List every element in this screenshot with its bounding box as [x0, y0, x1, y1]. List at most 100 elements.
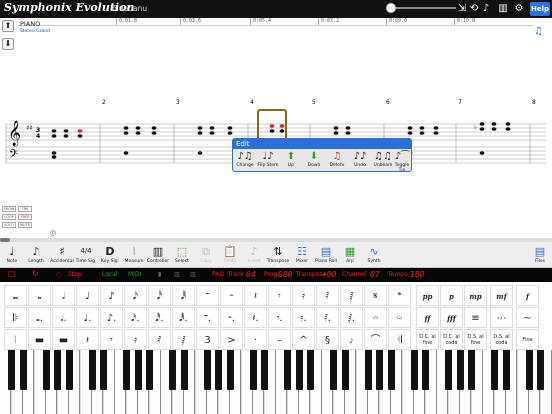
- tenuto-icon[interactable]: –: [268, 329, 291, 350]
- transpose-value[interactable]: +00: [322, 270, 336, 279]
- dotted-32nd-note[interactable]: 𝅘𝅥𝅰.: [148, 307, 171, 328]
- dotted-rest-2[interactable]: 𝄼.: [220, 307, 243, 328]
- prog-value[interactable]: 000: [278, 270, 292, 279]
- dc-al-coda[interactable]: D.C. al coda: [440, 329, 463, 350]
- triplet-icon[interactable]: 3: [196, 329, 219, 350]
- grace-icon[interactable]: 𝆕: [340, 329, 363, 350]
- black-key[interactable]: [8, 350, 15, 390]
- segno-icon[interactable]: 𝄋: [364, 285, 387, 306]
- black-key[interactable]: [295, 350, 303, 390]
- insert-tool[interactable]: ♪ Insert: [242, 244, 266, 268]
- slur-icon[interactable]: ⌒: [364, 329, 387, 350]
- eighth-rest-icon[interactable]: 𝄾: [100, 329, 123, 350]
- black-key[interactable]: [284, 350, 291, 390]
- black-key[interactable]: [169, 350, 176, 390]
- score-area[interactable]: 0:01.8 0:03.6 0:05.4 0:07.2 0:09.0 0:10.…: [0, 18, 552, 238]
- show-button[interactable]: SHOW: [2, 206, 16, 212]
- sixteenth-rest-icon[interactable]: 𝄿: [124, 329, 147, 350]
- dynamic-p[interactable]: p: [440, 285, 463, 306]
- dotted-rest-6[interactable]: 𝅀.: [316, 307, 339, 328]
- mute-button[interactable]: MUTE: [18, 222, 32, 228]
- dynamic-pp[interactable]: pp: [416, 285, 439, 306]
- accidental-tool[interactable]: ♯ Accidental: [50, 244, 74, 268]
- tremolo-2-icon[interactable]: ⋯: [490, 307, 513, 328]
- fermata-below-icon[interactable]: 𝄑: [388, 307, 411, 328]
- black-key[interactable]: [65, 350, 73, 390]
- down-button[interactable]: ⬇ Down: [303, 150, 325, 172]
- toggle-tie-button[interactable]: ♪⁀ Toggle Tie: [391, 150, 413, 173]
- double-whole-note[interactable]: 𝅜: [4, 285, 27, 306]
- dotted-rest-3[interactable]: 𝄽.: [244, 307, 267, 328]
- flip-stem-button[interactable]: ♩♪ Flip Stem: [257, 150, 279, 172]
- marcato-icon[interactable]: ^: [292, 329, 315, 350]
- black-key[interactable]: [330, 350, 337, 390]
- piano-roll-tool[interactable]: ▤ Piano Roll: [314, 244, 338, 268]
- repeat-sign[interactable]: 𝄆: [4, 307, 27, 328]
- sixty-fourth-note[interactable]: 𝅘𝅥𝅱: [172, 285, 195, 306]
- black-key[interactable]: [261, 350, 268, 390]
- loop-icon[interactable]: ⟲: [468, 2, 480, 16]
- copy-tool[interactable]: ⧉ Copy: [194, 244, 218, 268]
- black-key[interactable]: [146, 350, 153, 390]
- dynamic-ff[interactable]: ff: [416, 307, 439, 328]
- track-value[interactable]: 04: [246, 270, 256, 279]
- 64th-rest-icon[interactable]: 𝅁: [172, 329, 195, 350]
- music-note-icon[interactable]: ♪: [480, 2, 492, 16]
- rest-half[interactable]: 𝄼: [220, 285, 243, 306]
- dynamic-mf[interactable]: mf: [490, 285, 513, 306]
- black-key[interactable]: [249, 350, 257, 390]
- thirty-second-note[interactable]: 𝅘𝅥𝅰: [148, 285, 171, 306]
- black-key[interactable]: [410, 350, 418, 390]
- ds-al-coda[interactable]: D.S. al coda: [490, 329, 513, 350]
- accent-icon[interactable]: >: [220, 329, 243, 350]
- dynamic-f[interactable]: f: [516, 285, 539, 306]
- play-icon[interactable]: ○: [56, 271, 61, 278]
- black-key[interactable]: [88, 350, 96, 390]
- measure-tool[interactable]: 𝄀 Measure: [122, 244, 146, 268]
- add-track-icon[interactable]: ♫: [534, 26, 546, 38]
- loop-transport-icon[interactable]: ↻: [32, 269, 39, 278]
- dotted-whole-note[interactable]: 𝅝.: [28, 307, 51, 328]
- half-rest-icon[interactable]: ▬: [52, 329, 75, 350]
- dynamic-fff[interactable]: fff: [440, 307, 463, 328]
- eighth-note[interactable]: ♪: [100, 285, 123, 306]
- trill-icon[interactable]: ~: [516, 307, 539, 328]
- gear-icon[interactable]: ⚙: [512, 2, 526, 16]
- rest-whole[interactable]: 𝄻: [196, 285, 219, 306]
- black-key[interactable]: [491, 350, 498, 390]
- local-toggle[interactable]: Local: [102, 271, 118, 278]
- fine[interactable]: Fine: [516, 329, 539, 350]
- sixteenth-note[interactable]: 𝅘𝅥𝅯: [124, 285, 147, 306]
- drum-icon[interactable]: ▥: [190, 271, 196, 278]
- dotted-sixteenth-note[interactable]: 𝅘𝅥𝅯.: [124, 307, 147, 328]
- dotted-quarter-note[interactable]: ♩.: [76, 307, 99, 328]
- black-key[interactable]: [307, 350, 314, 390]
- dotted-eighth-note[interactable]: ♪.: [100, 307, 123, 328]
- rest-eighth[interactable]: 𝄾: [268, 285, 291, 306]
- loop-button[interactable]: LOOP: [2, 214, 16, 220]
- black-key[interactable]: [502, 350, 510, 390]
- black-key[interactable]: [525, 350, 533, 390]
- dotted-64th-note[interactable]: 𝅘𝅥𝅱.: [172, 307, 195, 328]
- metronome-icon[interactable]: ▮: [158, 271, 161, 278]
- dotted-rest-7[interactable]: 𝅁.: [340, 307, 363, 328]
- free-button[interactable]: FREE: [18, 214, 32, 220]
- help-button[interactable]: Help: [530, 2, 550, 16]
- record-icon[interactable]: □: [8, 269, 16, 278]
- coda-icon[interactable]: 𝄌: [388, 285, 411, 306]
- black-key[interactable]: [456, 350, 464, 390]
- staccato-icon[interactable]: ·: [244, 329, 267, 350]
- key-sig-tool[interactable]: D Key Sig.: [98, 244, 122, 268]
- controller-tool[interactable]: ▥ Controller: [146, 244, 170, 268]
- track-button[interactable]: TRK: [18, 206, 32, 212]
- stop-button[interactable]: Stop: [68, 271, 82, 278]
- scroll-up-button[interactable]: ⬆: [2, 20, 14, 32]
- whole-note[interactable]: 𝅝: [28, 285, 51, 306]
- dotted-rest-1[interactable]: 𝄻.: [196, 307, 219, 328]
- black-key[interactable]: [123, 350, 130, 390]
- black-key[interactable]: [100, 350, 107, 390]
- end-repeat-icon[interactable]: 𝄇: [388, 329, 411, 350]
- black-key[interactable]: [341, 350, 349, 390]
- delete-button[interactable]: ♫ Delete: [326, 150, 348, 172]
- length-tool[interactable]: ♪ Length: [24, 244, 48, 268]
